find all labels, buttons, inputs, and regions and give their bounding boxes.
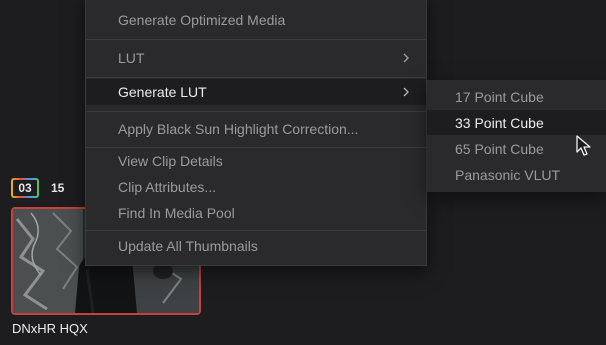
- submenu-item-label: Panasonic VLUT: [455, 166, 561, 183]
- mouse-pointer-icon: [576, 135, 591, 156]
- menu-item-label: Find In Media Pool: [118, 205, 235, 221]
- menu-item-view-clip-details[interactable]: View Clip Details: [86, 148, 426, 174]
- submenu-item-17-point-cube[interactable]: 17 Point Cube: [427, 84, 606, 109]
- menu-item-lut[interactable]: LUT: [86, 45, 426, 71]
- clip-context-menu: Generate Optimized Media LUT Generate LU…: [85, 0, 427, 266]
- menu-item-label: View Clip Details: [118, 153, 223, 169]
- menu-item-generate-optimized-media[interactable]: Generate Optimized Media: [86, 7, 426, 33]
- track-badge: 03: [11, 178, 39, 198]
- submenu-item-label: 33 Point Cube: [455, 114, 544, 131]
- menu-separator: [86, 111, 426, 112]
- media-page-stage: 03 15 DNxHR HQX Generate Optimized Media: [0, 0, 606, 345]
- chevron-right-icon: [403, 87, 409, 97]
- menu-item-label: Clip Attributes...: [118, 179, 217, 195]
- menu-item-label: Generate LUT: [118, 84, 207, 100]
- chevron-right-icon: [403, 53, 409, 63]
- menu-item-clip-attributes[interactable]: Clip Attributes...: [86, 174, 426, 200]
- menu-item-find-in-media-pool[interactable]: Find In Media Pool: [86, 200, 426, 226]
- menu-item-label: Update All Thumbnails: [118, 238, 258, 254]
- menu-item-apply-black-sun-highlight-correction[interactable]: Apply Black Sun Highlight Correction...: [86, 116, 426, 142]
- clip-number: 15: [51, 181, 65, 195]
- menu-item-label: Apply Black Sun Highlight Correction...: [118, 121, 359, 137]
- menu-separator: [86, 230, 426, 231]
- submenu-item-label: 65 Point Cube: [455, 140, 544, 157]
- clip-meta: 03 15: [11, 178, 64, 198]
- menu-item-generate-lut[interactable]: Generate LUT: [86, 79, 426, 105]
- submenu-item-label: 17 Point Cube: [455, 88, 544, 105]
- submenu-item-panasonic-vlut[interactable]: Panasonic VLUT: [427, 162, 606, 187]
- clip-name: DNxHR HQX: [12, 321, 88, 336]
- menu-separator: [86, 39, 426, 40]
- menu-separator: [86, 77, 426, 78]
- menu-item-label: Generate Optimized Media: [118, 12, 286, 28]
- menu-item-update-all-thumbnails[interactable]: Update All Thumbnails: [86, 233, 426, 259]
- submenu-item-33-point-cube[interactable]: 33 Point Cube: [427, 110, 606, 135]
- menu-item-label: LUT: [118, 50, 145, 66]
